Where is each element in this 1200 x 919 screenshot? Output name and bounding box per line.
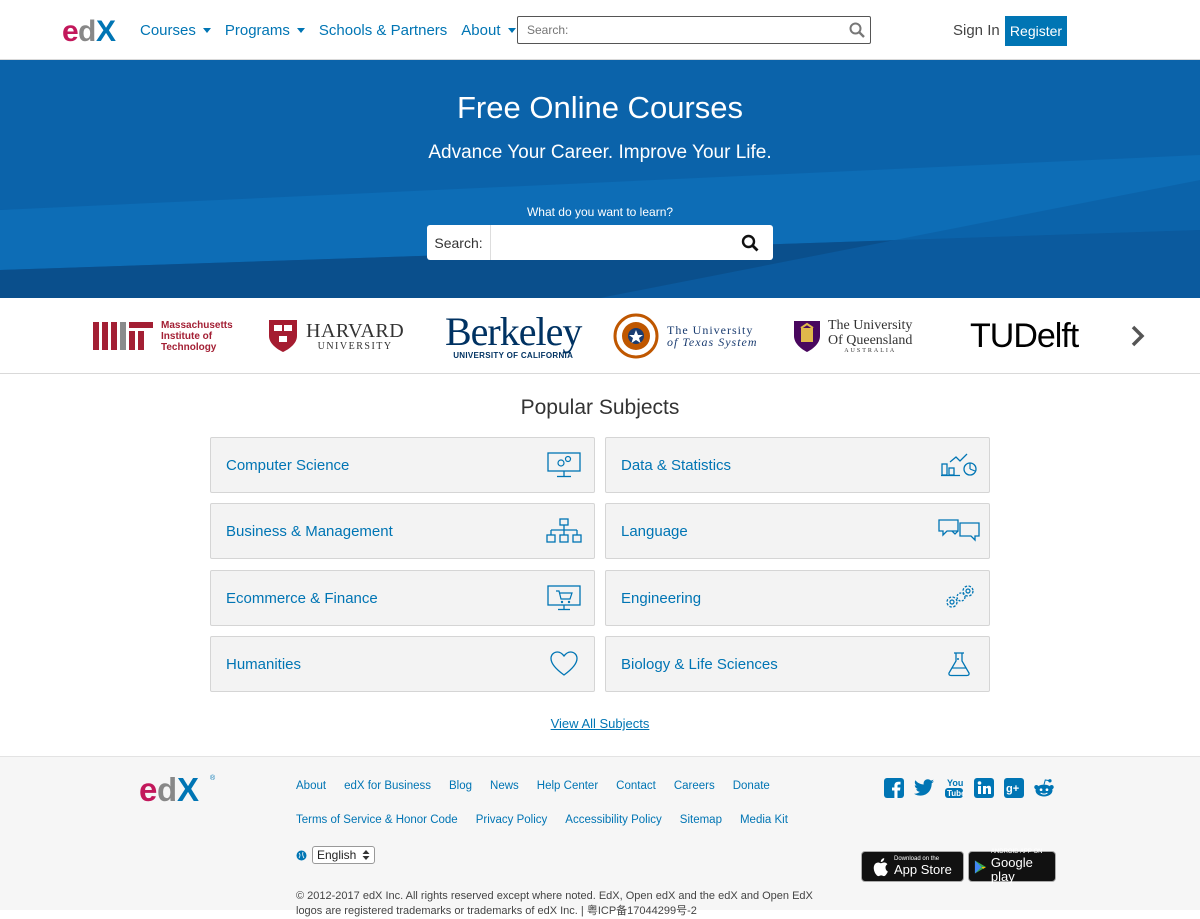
search-icon[interactable] (844, 17, 870, 43)
footer-link-privacy[interactable]: Privacy Policy (476, 814, 548, 826)
youtube-icon[interactable]: You Tube (943, 777, 965, 799)
copyright-text: © 2012-2017 edX Inc. All rights reserved… (296, 890, 813, 917)
footer-links-primary: About edX for Business Blog News Help Ce… (296, 780, 788, 792)
svg-text:X: X (96, 15, 116, 46)
svg-text:e: e (139, 771, 157, 807)
hero-search: Search: (427, 225, 773, 260)
edx-logo[interactable]: e d X (62, 14, 122, 46)
subject-computer-science[interactable]: Computer Science (210, 437, 595, 493)
social-links: You Tube g+ (883, 777, 1063, 799)
svg-text:X: X (177, 771, 199, 807)
footer-links-legal: Terms of Service & Honor Code Privacy Po… (296, 814, 806, 826)
hero-subtitle: Advance Your Career. Improve Your Life. (428, 142, 772, 163)
svg-text:You: You (947, 778, 963, 788)
ut-seal-icon (613, 313, 659, 359)
google-plus-icon[interactable]: g+ (1003, 777, 1025, 799)
subject-language[interactable]: Language (605, 503, 990, 559)
hero-banner: Free Online Courses Advance Your Career.… (0, 60, 1200, 298)
footer-link-blog[interactable]: Blog (449, 780, 472, 792)
footer-link-terms[interactable]: Terms of Service & Honor Code (296, 814, 458, 826)
sign-in-link[interactable]: Sign In (953, 22, 1000, 39)
ut-system-logo[interactable]: The University of Texas System (613, 298, 758, 374)
subject-humanities[interactable]: Humanities (210, 636, 595, 692)
linkedin-icon[interactable] (973, 777, 995, 799)
nav-programs[interactable]: Programs (225, 22, 305, 39)
main-nav: Courses Programs Schools & Partners Abou… (140, 0, 530, 60)
berkeley-logo[interactable]: Berkeley UNIVERSITY OF CALIFORNIA (445, 298, 582, 374)
subject-business-management[interactable]: Business & Management (210, 503, 595, 559)
hero-search-input[interactable] (491, 226, 727, 259)
uq-crest-icon (794, 321, 820, 352)
harvard-logo[interactable]: HARVARD UNIVERSITY (268, 298, 404, 374)
hero-search-prompt: What do you want to learn? (526, 205, 674, 219)
svg-text:®: ® (210, 774, 216, 782)
footer-link-donate[interactable]: Donate (733, 780, 770, 792)
hero-search-label: Search: (427, 225, 491, 260)
svg-text:d: d (78, 15, 96, 46)
svg-text:Tube: Tube (947, 789, 964, 798)
apple-icon (873, 857, 888, 876)
view-all-subjects-link[interactable]: View All Subjects (0, 716, 1200, 731)
popular-subjects-title: Popular Subjects (520, 396, 680, 419)
nav-courses[interactable]: Courses (140, 22, 211, 39)
caret-down-icon (507, 27, 516, 33)
footer-link-contact[interactable]: Contact (616, 780, 656, 792)
tudelft-logo[interactable]: TUDelft (970, 298, 1079, 374)
globe-icon (296, 850, 307, 860)
facebook-icon[interactable] (883, 777, 905, 799)
heart-icon (534, 636, 594, 692)
search-icon[interactable] (727, 225, 773, 260)
gears-icon (929, 570, 989, 626)
partner-logos: Massachusetts Institute of Technology HA… (0, 298, 1200, 374)
chevron-right-icon[interactable] (1128, 322, 1148, 350)
site-footer: e d X ® About edX for Business Blog News… (0, 756, 1200, 917)
twitter-icon[interactable] (913, 777, 935, 799)
language-select[interactable]: English (312, 846, 376, 864)
hero-title: Free Online Courses (456, 90, 743, 125)
footer-link-edx-for-business[interactable]: edX for Business (344, 780, 431, 792)
footer-link-news[interactable]: News (490, 780, 519, 792)
language-selector: English (296, 846, 376, 864)
reddit-icon[interactable] (1033, 777, 1055, 799)
harvard-shield-icon (269, 320, 297, 352)
header-search-input[interactable] (518, 17, 844, 43)
google-play-badge[interactable]: ANDROID APP ON Google play (968, 849, 1056, 884)
subject-biology-life-sciences[interactable]: Biology & Life Sciences (605, 636, 990, 692)
footer-link-media-kit[interactable]: Media Kit (740, 814, 788, 826)
subject-data-statistics[interactable]: Data & Statistics (605, 437, 990, 493)
subject-engineering[interactable]: Engineering (605, 570, 990, 626)
app-store-badge[interactable]: Download on the App Store (861, 851, 964, 882)
cart-screen-icon (534, 570, 594, 626)
chart-icon (929, 437, 989, 493)
footer-link-accessibility[interactable]: Accessibility Policy (565, 814, 662, 826)
subject-ecommerce-finance[interactable]: Ecommerce & Finance (210, 570, 595, 626)
footer-link-help-center[interactable]: Help Center (537, 780, 598, 792)
footer-link-sitemap[interactable]: Sitemap (680, 814, 722, 826)
caret-down-icon (202, 27, 211, 33)
mit-mark-icon (93, 322, 153, 350)
flask-icon (929, 636, 989, 692)
mit-logo[interactable]: Massachusetts Institute of Technology (93, 298, 233, 374)
org-chart-icon (534, 503, 594, 559)
updown-arrows-icon (362, 850, 370, 860)
nav-about[interactable]: About (461, 22, 516, 39)
site-header: e d X Courses Programs Schools & Partner… (0, 0, 1200, 60)
svg-text:g+: g+ (1006, 783, 1019, 795)
register-button[interactable]: Register (1005, 16, 1067, 46)
monitor-gears-icon (534, 437, 594, 493)
play-store-icon (974, 860, 986, 873)
footer-link-careers[interactable]: Careers (674, 780, 715, 792)
nav-schools-partners[interactable]: Schools & Partners (319, 22, 447, 39)
header-search (517, 16, 871, 44)
svg-text:e: e (62, 15, 79, 46)
caret-down-icon (296, 27, 305, 33)
svg-text:d: d (157, 771, 177, 807)
speech-bubbles-icon (929, 503, 989, 559)
uq-logo[interactable]: The University Of Queensland AUSTRALIA (792, 298, 912, 374)
footer-link-about[interactable]: About (296, 780, 326, 792)
edx-footer-logo[interactable]: e d X ® (139, 771, 219, 807)
